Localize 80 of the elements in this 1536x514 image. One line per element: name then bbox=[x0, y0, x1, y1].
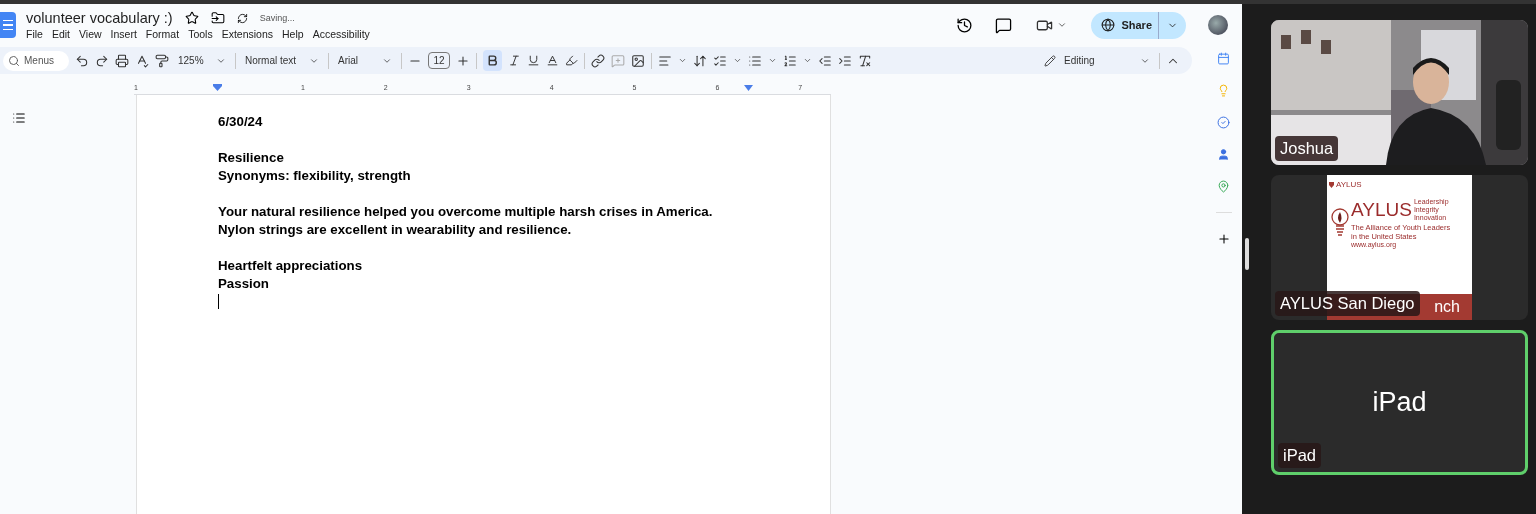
paint-format-icon[interactable] bbox=[155, 53, 169, 68]
history-icon[interactable] bbox=[956, 16, 974, 34]
italic-icon[interactable] bbox=[508, 54, 521, 67]
menu-item[interactable]: Help bbox=[282, 28, 309, 40]
checklist-icon[interactable] bbox=[713, 53, 727, 68]
font-size-field[interactable]: 12 bbox=[428, 52, 450, 69]
globe-icon bbox=[1101, 18, 1116, 32]
menu-item[interactable]: View bbox=[79, 28, 107, 40]
caret-icon[interactable] bbox=[733, 56, 742, 65]
editing-mode-dropdown[interactable]: Editing bbox=[1041, 54, 1153, 67]
participant-display-name: iPad bbox=[1372, 387, 1427, 418]
participant-name: AYLUS San Diego bbox=[1275, 291, 1420, 316]
clear-formatting-icon[interactable] bbox=[858, 53, 872, 68]
document-text: Your natural resilience helped you overcome multiple harsh crises in America. bbox=[218, 203, 714, 221]
spellcheck-icon[interactable] bbox=[135, 53, 149, 68]
underline-icon[interactable] bbox=[527, 54, 540, 67]
print-icon[interactable] bbox=[115, 53, 129, 68]
increase-size-icon[interactable] bbox=[456, 53, 470, 68]
undo-icon[interactable] bbox=[75, 53, 89, 68]
zoom-dropdown[interactable]: 125% bbox=[175, 55, 229, 66]
video-tile[interactable]: iPad iPad bbox=[1271, 330, 1528, 475]
pencil-icon bbox=[1044, 54, 1056, 67]
sync-icon[interactable] bbox=[236, 12, 248, 24]
menu-item[interactable]: File bbox=[26, 28, 48, 40]
save-status: Saving... bbox=[259, 13, 295, 23]
scrollbar-handle[interactable] bbox=[1245, 238, 1249, 270]
caret-icon bbox=[1057, 20, 1068, 30]
lightbulb-icon bbox=[1331, 208, 1349, 239]
indent-decrease-icon[interactable] bbox=[818, 53, 832, 68]
star-icon[interactable] bbox=[184, 11, 199, 25]
video-tile[interactable]: Joshua bbox=[1271, 20, 1528, 165]
slide-logo-text: AYLUS bbox=[1351, 198, 1412, 222]
menu-item[interactable]: Insert bbox=[110, 28, 142, 40]
contacts-icon[interactable] bbox=[1217, 148, 1230, 161]
link-icon[interactable] bbox=[591, 53, 605, 68]
menu-item[interactable]: Edit bbox=[51, 28, 75, 40]
document-text: 6/30/24 bbox=[218, 113, 264, 131]
participant-name: iPad bbox=[1278, 443, 1322, 468]
menu-item[interactable]: Format bbox=[145, 28, 185, 40]
document-text: Nylon strings are excellent in wearability and resilience. bbox=[218, 221, 573, 239]
folder-icon[interactable] bbox=[210, 11, 225, 25]
bold-icon bbox=[486, 54, 499, 67]
caret-icon[interactable] bbox=[678, 56, 687, 65]
add-icon[interactable] bbox=[1216, 232, 1231, 246]
calendar-icon[interactable] bbox=[1217, 52, 1230, 65]
highlighter-icon[interactable] bbox=[565, 54, 578, 67]
document-title[interactable]: volunteer vocabulary :) bbox=[26, 10, 173, 26]
document-text: Synonyms: flexibility, strength bbox=[218, 167, 412, 185]
image-icon[interactable] bbox=[631, 53, 645, 68]
indent-marker-icon[interactable] bbox=[744, 84, 753, 91]
search-icon bbox=[8, 54, 20, 67]
comment-icon[interactable] bbox=[995, 16, 1013, 34]
outline-icon[interactable] bbox=[12, 111, 26, 125]
participant-name: Joshua bbox=[1275, 136, 1339, 161]
style-dropdown[interactable]: Normal text bbox=[242, 55, 322, 66]
bold-button[interactable] bbox=[483, 50, 502, 71]
numbered-list-icon[interactable] bbox=[783, 53, 797, 68]
indent-increase-icon[interactable] bbox=[838, 53, 852, 68]
menu-item[interactable]: Extensions bbox=[221, 28, 278, 40]
user-avatar[interactable] bbox=[1208, 15, 1228, 35]
redo-icon[interactable] bbox=[95, 53, 109, 68]
bullet-list-icon[interactable] bbox=[748, 53, 762, 68]
caret-icon[interactable] bbox=[768, 56, 777, 65]
indent-marker-icon[interactable] bbox=[213, 84, 222, 91]
search-menus-field[interactable]: Menus bbox=[3, 50, 69, 71]
document-text: Passion bbox=[218, 275, 270, 293]
document-text: Resilience bbox=[218, 149, 285, 167]
menu-item[interactable]: Tools bbox=[188, 28, 218, 40]
align-left-icon[interactable] bbox=[658, 53, 672, 68]
slide-band-text: nch bbox=[1434, 298, 1460, 316]
text-color-icon[interactable] bbox=[546, 54, 559, 67]
docs-logo-icon[interactable] bbox=[0, 12, 16, 38]
line-spacing-icon[interactable] bbox=[693, 53, 707, 68]
caret-icon[interactable] bbox=[803, 56, 812, 65]
slide-header: AYLUS bbox=[1336, 180, 1362, 190]
shield-icon bbox=[1329, 181, 1334, 188]
font-dropdown[interactable]: Arial bbox=[335, 55, 395, 66]
share-button[interactable]: Share bbox=[1091, 11, 1186, 39]
document-text: Heartfelt appreciations bbox=[218, 257, 364, 275]
menu-item[interactable]: Accessibility bbox=[312, 28, 375, 40]
